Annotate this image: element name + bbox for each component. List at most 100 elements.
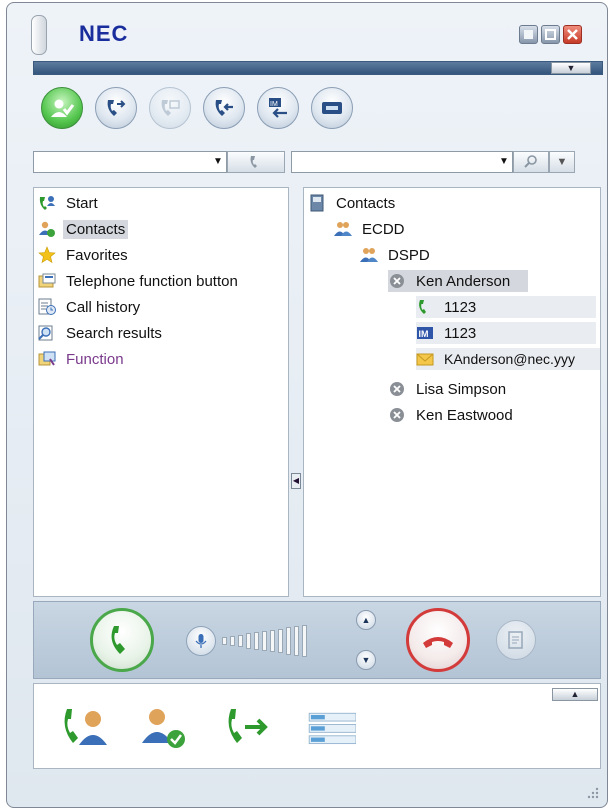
- hang-up-button[interactable]: [406, 608, 470, 672]
- chevron-up-icon: ▲: [361, 615, 371, 625]
- offline-status-icon: [388, 406, 406, 424]
- call-forward-icon: [107, 100, 126, 116]
- search-combo[interactable]: ▼: [291, 151, 513, 173]
- address-book-icon: [308, 194, 326, 212]
- contacts-icon: [38, 220, 56, 238]
- tree-item-label: Ken Eastwood: [416, 406, 513, 424]
- tree-contact-im[interactable]: IM 1123: [416, 322, 596, 344]
- search-options-button[interactable]: ▼: [549, 151, 575, 173]
- minimize-button[interactable]: [519, 25, 538, 44]
- volume-level-bar: [294, 626, 299, 656]
- chevron-down-icon[interactable]: ▼: [210, 152, 226, 172]
- tree-contact-phone[interactable]: 1123: [416, 296, 596, 318]
- chevron-down-icon: ▼: [566, 63, 576, 73]
- call-forward-button[interactable]: [95, 87, 137, 129]
- im-icon: IM: [416, 324, 434, 342]
- header-bar: [33, 61, 603, 75]
- tree-item-label: KAnderson@nec.yyy: [444, 351, 575, 367]
- presence-status-button[interactable]: [41, 87, 83, 129]
- dial-number-combo[interactable]: ▼: [33, 151, 227, 173]
- tree-contact-lisa-simpson[interactable]: Lisa Simpson: [388, 378, 509, 400]
- volume-level-bar: [222, 637, 227, 645]
- call-back-button[interactable]: [203, 87, 245, 129]
- call-history-icon: [38, 298, 56, 316]
- search-icon: [524, 155, 537, 168]
- nav-item-search-results[interactable]: Search results: [38, 322, 165, 344]
- window-grip[interactable]: [31, 15, 47, 55]
- nav-item-favorites[interactable]: Favorites: [38, 244, 131, 266]
- nav-item-label: Start: [66, 194, 98, 212]
- star-icon: [38, 246, 56, 264]
- volume-level-bar: [302, 625, 307, 657]
- phone-icon: [416, 298, 434, 316]
- tree-item-label: DSPD: [388, 246, 430, 264]
- volume-level-bar: [246, 633, 251, 649]
- close-button[interactable]: [563, 25, 582, 44]
- expand-panel-button[interactable]: ▲: [552, 688, 598, 701]
- call-control-bar: ▲ ▼: [33, 601, 601, 679]
- nav-item-label: Contacts: [63, 219, 129, 239]
- resize-grip-icon[interactable]: [585, 785, 599, 799]
- hang-up-icon: [423, 637, 453, 648]
- email-icon: [416, 350, 434, 368]
- volume-level-bar: [262, 631, 267, 651]
- transfer-button[interactable]: [496, 620, 536, 660]
- function-keys-panel: ▲: [33, 683, 601, 769]
- voicemail-button[interactable]: [311, 87, 353, 129]
- nav-item-label: Function: [66, 350, 124, 368]
- volume-down-button[interactable]: ▼: [356, 650, 376, 670]
- nav-item-call-history[interactable]: Call history: [38, 296, 143, 318]
- nav-item-label: Telephone function button: [66, 272, 238, 290]
- microphone-button[interactable]: [186, 626, 216, 656]
- volume-up-button[interactable]: ▲: [356, 610, 376, 630]
- tree-group-dspd[interactable]: DSPD: [360, 244, 433, 266]
- tree-item-label: Ken Anderson: [416, 272, 511, 290]
- phone-disabled-button[interactable]: [149, 87, 191, 129]
- dial-button[interactable]: [227, 151, 285, 173]
- tree-contact-ken-anderson[interactable]: Ken Anderson: [388, 270, 528, 292]
- status-bar: [7, 775, 607, 807]
- call-back-icon: [215, 100, 233, 116]
- line-keys-icon: [308, 712, 356, 745]
- volume-meter[interactable]: [222, 624, 346, 658]
- chevron-down-icon[interactable]: ▼: [496, 152, 512, 172]
- search-button[interactable]: [513, 151, 549, 173]
- tree-contact-email[interactable]: KAnderson@nec.yyy: [416, 348, 600, 370]
- offline-status-icon: [388, 272, 406, 290]
- tree-item-label: 1123: [444, 298, 477, 316]
- contacts-tree-pane: Contacts ECDD DSPD Ken Anderson 1123 IM …: [303, 187, 601, 597]
- title-bar[interactable]: NEC: [7, 3, 607, 57]
- tree-group-ecdd[interactable]: ECDD: [334, 218, 408, 240]
- line-keys-button[interactable]: [304, 702, 356, 754]
- chevron-down-icon: ▼: [361, 655, 371, 665]
- collapse-header-button[interactable]: ▼: [551, 62, 591, 74]
- pane-splitter-button[interactable]: ◀: [291, 473, 301, 489]
- maximize-button[interactable]: [541, 25, 560, 44]
- im-incoming-icon: IM: [269, 98, 287, 118]
- microphone-icon: [195, 634, 207, 648]
- search-results-icon: [38, 324, 56, 342]
- tree-root-contacts[interactable]: Contacts: [308, 192, 398, 214]
- answer-call-button[interactable]: [90, 608, 154, 672]
- navigation-pane: Start Contacts Favorites Telephone funct…: [33, 187, 289, 597]
- brand-logo: NEC: [79, 21, 129, 46]
- chevron-left-icon: ◀: [292, 476, 300, 485]
- start-icon: [38, 194, 56, 212]
- contact-call-icon: [64, 709, 107, 745]
- nav-item-contacts[interactable]: Contacts: [38, 218, 129, 240]
- volume-level-bar: [286, 627, 291, 655]
- svg-text:IM: IM: [270, 101, 278, 108]
- contact-available-button[interactable]: [138, 702, 190, 754]
- app-window: NEC ▼ IM ▼ ▼ ▼ Start Contacts Favorites …: [6, 2, 608, 808]
- phone-answer-icon: [111, 626, 125, 654]
- nav-item-label: Call history: [66, 298, 141, 316]
- offline-status-icon: [388, 380, 406, 398]
- nav-item-telephone-function[interactable]: Telephone function button: [38, 270, 241, 292]
- nav-item-function[interactable]: Function: [38, 348, 127, 370]
- nav-item-start[interactable]: Start: [38, 192, 101, 214]
- contact-call-button[interactable]: [58, 702, 110, 754]
- tree-item-label: Contacts: [336, 194, 396, 212]
- im-incoming-button[interactable]: IM: [257, 87, 299, 129]
- tree-contact-ken-eastwood[interactable]: Ken Eastwood: [388, 404, 516, 426]
- call-transfer-button[interactable]: [222, 702, 274, 754]
